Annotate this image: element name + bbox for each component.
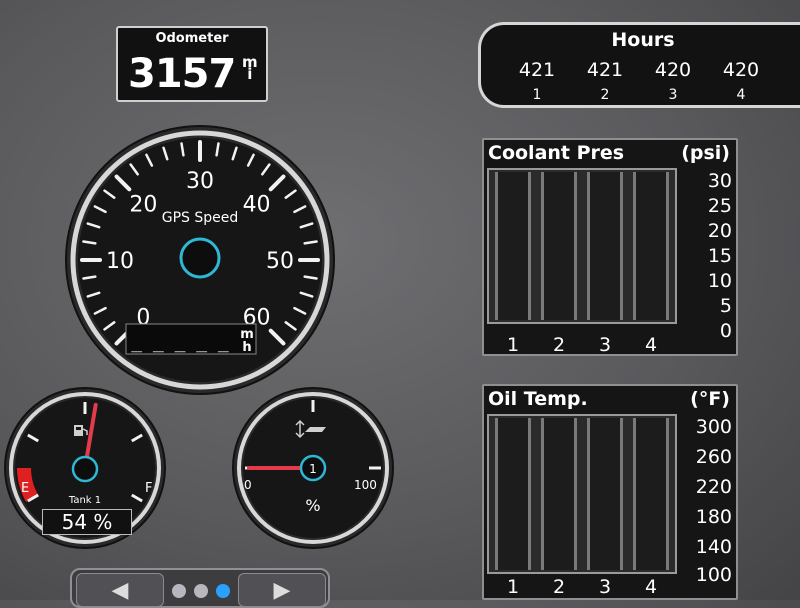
speed-gauge: 0102030405060 GPS Speed _ _ _ _ _ m h bbox=[65, 125, 335, 395]
speed-tick-label: 30 bbox=[186, 169, 214, 194]
hours-engine-label: 3 bbox=[668, 87, 678, 103]
coolant-engine-label: 1 bbox=[506, 334, 520, 356]
coolant-bar-area bbox=[487, 168, 677, 324]
next-page-button[interactable]: ▶ bbox=[238, 573, 326, 607]
coolant-engine-label: 4 bbox=[644, 334, 658, 356]
hours-value: 421 bbox=[586, 59, 624, 81]
trim-min-label: 0 bbox=[244, 478, 252, 492]
coolant-engine-label: 3 bbox=[598, 334, 612, 356]
coolant-pres-panel: Coolant Pres (psi) 1 2 3 4 30 25 20 15 1… bbox=[482, 138, 738, 356]
oil-engine-label: 4 bbox=[644, 576, 658, 598]
oil-bar-area bbox=[487, 414, 677, 574]
oil-scale-label: 100 bbox=[695, 564, 732, 586]
coolant-engine-label: 2 bbox=[552, 334, 566, 356]
hours-engine-label: 4 bbox=[736, 87, 746, 103]
odometer-panel: Odometer 3157 m i bbox=[116, 26, 268, 102]
oil-scale-label: 140 bbox=[695, 536, 732, 558]
speed-tick-label: 40 bbox=[243, 192, 271, 217]
page-dot-2[interactable] bbox=[194, 584, 208, 598]
page-dot-3[interactable] bbox=[216, 584, 230, 598]
coolant-bar-3 bbox=[587, 172, 623, 320]
gauge-hub bbox=[71, 455, 99, 483]
speed-tick-label: 50 bbox=[266, 249, 294, 274]
speed-readout: _ _ _ _ _ bbox=[131, 332, 229, 353]
fuel-full-label: F bbox=[145, 481, 152, 496]
oil-scale-label: 300 bbox=[695, 416, 732, 438]
coolant-pres-unit: (psi) bbox=[681, 142, 730, 164]
oil-bar-2 bbox=[541, 418, 577, 570]
hours-engine-4: 420 4 bbox=[711, 59, 771, 103]
coolant-bar-4 bbox=[633, 172, 669, 320]
gauge-hub bbox=[179, 237, 221, 279]
oil-scale-label: 220 bbox=[695, 476, 732, 498]
coolant-scale-label: 20 bbox=[707, 220, 732, 242]
fuel-percent-readout: 54 % bbox=[42, 509, 132, 535]
hours-engine-3: 420 3 bbox=[643, 59, 703, 103]
hours-engine-1: 421 1 bbox=[507, 59, 567, 103]
oil-bar-1 bbox=[495, 418, 531, 570]
hours-title: Hours bbox=[611, 29, 675, 51]
hours-engine-label: 1 bbox=[532, 87, 542, 103]
trim-unit: % bbox=[305, 496, 320, 515]
oil-bar-3 bbox=[587, 418, 623, 570]
coolant-bar-2 bbox=[541, 172, 577, 320]
trim-engine-badge: 1 bbox=[309, 462, 317, 476]
oil-engine-label: 1 bbox=[506, 576, 520, 598]
oil-temp-panel: Oil Temp. (°F) 1 2 3 4 300 260 220 180 1… bbox=[482, 384, 738, 600]
oil-bar-4 bbox=[633, 418, 669, 570]
page-navigation: ◀ ▶ bbox=[70, 568, 330, 608]
tank-label: Tank 1 bbox=[68, 495, 101, 506]
hours-value: 420 bbox=[722, 59, 760, 81]
speed-tick-label: 20 bbox=[129, 192, 157, 217]
odometer-title: Odometer bbox=[155, 31, 229, 46]
previous-page-button[interactable]: ◀ bbox=[76, 573, 164, 607]
coolant-bar-1 bbox=[495, 172, 531, 320]
coolant-scale-label: 30 bbox=[707, 170, 732, 192]
fuel-empty-label: E bbox=[21, 481, 29, 496]
speed-tick-label: 10 bbox=[106, 249, 134, 274]
coolant-pres-title: Coolant Pres bbox=[488, 142, 625, 164]
trim-max-label: 100 bbox=[354, 478, 377, 492]
coolant-scale-label: 10 bbox=[707, 270, 732, 292]
coolant-scale-label: 0 bbox=[719, 320, 732, 342]
odometer-unit: m i bbox=[242, 55, 258, 82]
page-dot-1[interactable] bbox=[172, 584, 186, 598]
hours-engine-label: 2 bbox=[600, 87, 610, 103]
coolant-scale-label: 25 bbox=[707, 195, 732, 217]
oil-temp-unit: (°F) bbox=[690, 388, 730, 410]
speed-gauge-title: GPS Speed bbox=[162, 210, 239, 226]
coolant-scale-label: 15 bbox=[707, 245, 732, 267]
oil-scale-label: 260 bbox=[695, 446, 732, 468]
hours-engine-2: 421 2 bbox=[575, 59, 635, 103]
coolant-scale-label: 5 bbox=[719, 295, 732, 317]
trim-gauge: 0 100 1 % bbox=[232, 387, 394, 549]
oil-engine-label: 3 bbox=[598, 576, 612, 598]
speed-unit-bottom: h bbox=[242, 340, 251, 355]
oil-engine-label: 2 bbox=[552, 576, 566, 598]
oil-temp-title: Oil Temp. bbox=[488, 388, 588, 410]
hours-value: 421 bbox=[518, 59, 556, 81]
hours-value: 420 bbox=[654, 59, 692, 81]
odometer-value: 3157 bbox=[128, 51, 236, 97]
hours-panel: Hours 421 1 421 2 420 3 420 4 bbox=[478, 22, 800, 108]
oil-scale-label: 180 bbox=[695, 506, 732, 528]
